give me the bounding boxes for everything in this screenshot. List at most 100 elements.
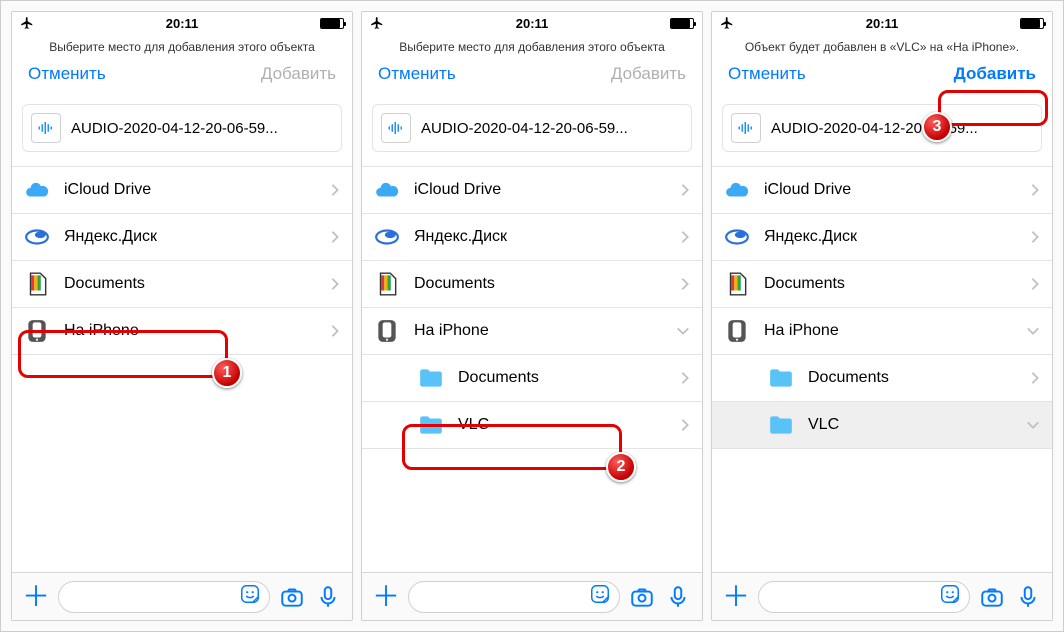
plus-button[interactable]: ＋ bbox=[372, 583, 400, 611]
subfolder-vlc[interactable]: VLC bbox=[362, 402, 702, 449]
prompt-text: Выберите место для добавления этого объе… bbox=[362, 34, 702, 62]
battery-icon bbox=[1020, 18, 1044, 29]
icloud-icon bbox=[374, 177, 400, 203]
location-icloud[interactable]: iCloud Drive bbox=[712, 167, 1052, 214]
status-time: 20:11 bbox=[516, 16, 549, 31]
location-on-iphone[interactable]: На iPhone bbox=[362, 308, 702, 355]
cancel-button[interactable]: Отменить bbox=[372, 62, 462, 86]
bottom-bar: ＋ bbox=[362, 572, 702, 620]
chevron-right-icon bbox=[330, 230, 340, 244]
camera-icon[interactable] bbox=[278, 583, 306, 611]
location-on-iphone[interactable]: На iPhone bbox=[712, 308, 1052, 355]
plus-button[interactable]: ＋ bbox=[22, 583, 50, 611]
chevron-right-icon bbox=[330, 277, 340, 291]
location-label: На iPhone bbox=[414, 322, 489, 340]
status-time: 20:11 bbox=[166, 16, 199, 31]
microphone-icon[interactable] bbox=[664, 583, 692, 611]
chevron-right-icon bbox=[1030, 371, 1040, 385]
chevron-right-icon bbox=[1030, 183, 1040, 197]
file-card: AUDIO-2020-04-12-20-06-59... bbox=[22, 104, 342, 152]
microphone-icon[interactable] bbox=[314, 583, 342, 611]
audio-file-icon bbox=[731, 113, 761, 143]
file-card: AUDIO-2020-04-12-20-06-59... bbox=[722, 104, 1042, 152]
camera-icon[interactable] bbox=[628, 583, 656, 611]
add-button[interactable]: Добавить bbox=[948, 62, 1042, 86]
location-icloud[interactable]: iCloud Drive bbox=[362, 167, 702, 214]
chevron-right-icon bbox=[330, 324, 340, 338]
location-label: Documents bbox=[764, 275, 845, 293]
sticker-icon[interactable] bbox=[589, 583, 611, 610]
subfolder-label: VLC bbox=[808, 416, 839, 434]
chevron-right-icon bbox=[680, 371, 690, 385]
location-label: Яндекс.Диск bbox=[64, 228, 157, 246]
location-documents[interactable]: Documents bbox=[712, 261, 1052, 308]
step-badge: 1 bbox=[212, 358, 242, 388]
cancel-button[interactable]: Отменить bbox=[22, 62, 112, 86]
airplane-mode-icon bbox=[20, 16, 34, 30]
subfolder-vlc[interactable]: VLC bbox=[712, 402, 1052, 449]
nav-bar: Отменить Добавить bbox=[362, 62, 702, 96]
bottom-bar: ＋ bbox=[712, 572, 1052, 620]
subfolder-documents[interactable]: Documents bbox=[362, 355, 702, 402]
iphone-icon bbox=[724, 318, 750, 344]
location-label: Яндекс.Диск bbox=[414, 228, 507, 246]
yandex-disk-icon bbox=[374, 224, 400, 250]
airplane-mode-icon bbox=[720, 16, 734, 30]
chevron-right-icon bbox=[680, 230, 690, 244]
location-list: iCloud Drive Яндекс.Диск Documents На iP… bbox=[712, 166, 1052, 449]
screen-1: 20:11 Выберите место для добавления этог… bbox=[11, 11, 353, 621]
yandex-disk-icon bbox=[24, 224, 50, 250]
add-button: Добавить bbox=[255, 62, 342, 86]
documents-app-icon bbox=[24, 271, 50, 297]
subfolder-documents[interactable]: Documents bbox=[712, 355, 1052, 402]
location-documents[interactable]: Documents bbox=[12, 261, 352, 308]
location-icloud[interactable]: iCloud Drive bbox=[12, 167, 352, 214]
folder-icon bbox=[418, 412, 444, 438]
location-label: Documents bbox=[64, 275, 145, 293]
location-label: iCloud Drive bbox=[64, 181, 151, 199]
subfolder-label: Documents bbox=[808, 369, 889, 387]
chevron-down-icon bbox=[676, 326, 690, 336]
iphone-icon bbox=[374, 318, 400, 344]
documents-app-icon bbox=[374, 271, 400, 297]
message-input[interactable] bbox=[408, 581, 620, 613]
chevron-right-icon bbox=[680, 277, 690, 291]
plus-button[interactable]: ＋ bbox=[722, 583, 750, 611]
location-yandex[interactable]: Яндекс.Диск bbox=[362, 214, 702, 261]
prompt-text: Выберите место для добавления этого объе… bbox=[12, 34, 352, 62]
step-badge: 3 bbox=[922, 112, 952, 142]
camera-icon[interactable] bbox=[978, 583, 1006, 611]
chevron-right-icon bbox=[330, 183, 340, 197]
location-label: iCloud Drive bbox=[414, 181, 501, 199]
documents-app-icon bbox=[724, 271, 750, 297]
location-yandex[interactable]: Яндекс.Диск bbox=[12, 214, 352, 261]
yandex-disk-icon bbox=[724, 224, 750, 250]
folder-icon bbox=[768, 412, 794, 438]
battery-icon bbox=[670, 18, 694, 29]
prompt-text: Объект будет добавлен в «VLC» на «На iPh… bbox=[712, 34, 1052, 62]
message-input[interactable] bbox=[758, 581, 970, 613]
nav-bar: Отменить Добавить bbox=[712, 62, 1052, 96]
microphone-icon[interactable] bbox=[1014, 583, 1042, 611]
location-yandex[interactable]: Яндекс.Диск bbox=[712, 214, 1052, 261]
sticker-icon[interactable] bbox=[239, 583, 261, 610]
chevron-down-icon bbox=[1026, 420, 1040, 430]
screen-3: 20:11 Объект будет добавлен в «VLC» на «… bbox=[711, 11, 1053, 621]
chevron-down-icon bbox=[1026, 326, 1040, 336]
message-input[interactable] bbox=[58, 581, 270, 613]
step-badge: 2 bbox=[606, 452, 636, 482]
location-documents[interactable]: Documents bbox=[362, 261, 702, 308]
location-list: iCloud Drive Яндекс.Диск Documents На iP… bbox=[12, 166, 352, 355]
chevron-right-icon bbox=[1030, 277, 1040, 291]
location-on-iphone[interactable]: На iPhone bbox=[12, 308, 352, 355]
icloud-icon bbox=[24, 177, 50, 203]
cancel-button[interactable]: Отменить bbox=[722, 62, 812, 86]
sticker-icon[interactable] bbox=[939, 583, 961, 610]
battery-icon bbox=[320, 18, 344, 29]
location-label: Documents bbox=[414, 275, 495, 293]
location-label: На iPhone bbox=[764, 322, 839, 340]
nav-bar: Отменить Добавить bbox=[12, 62, 352, 96]
subfolder-label: Documents bbox=[458, 369, 539, 387]
file-name: AUDIO-2020-04-12-20-06-59... bbox=[421, 120, 628, 137]
subfolder-label: VLC bbox=[458, 416, 489, 434]
